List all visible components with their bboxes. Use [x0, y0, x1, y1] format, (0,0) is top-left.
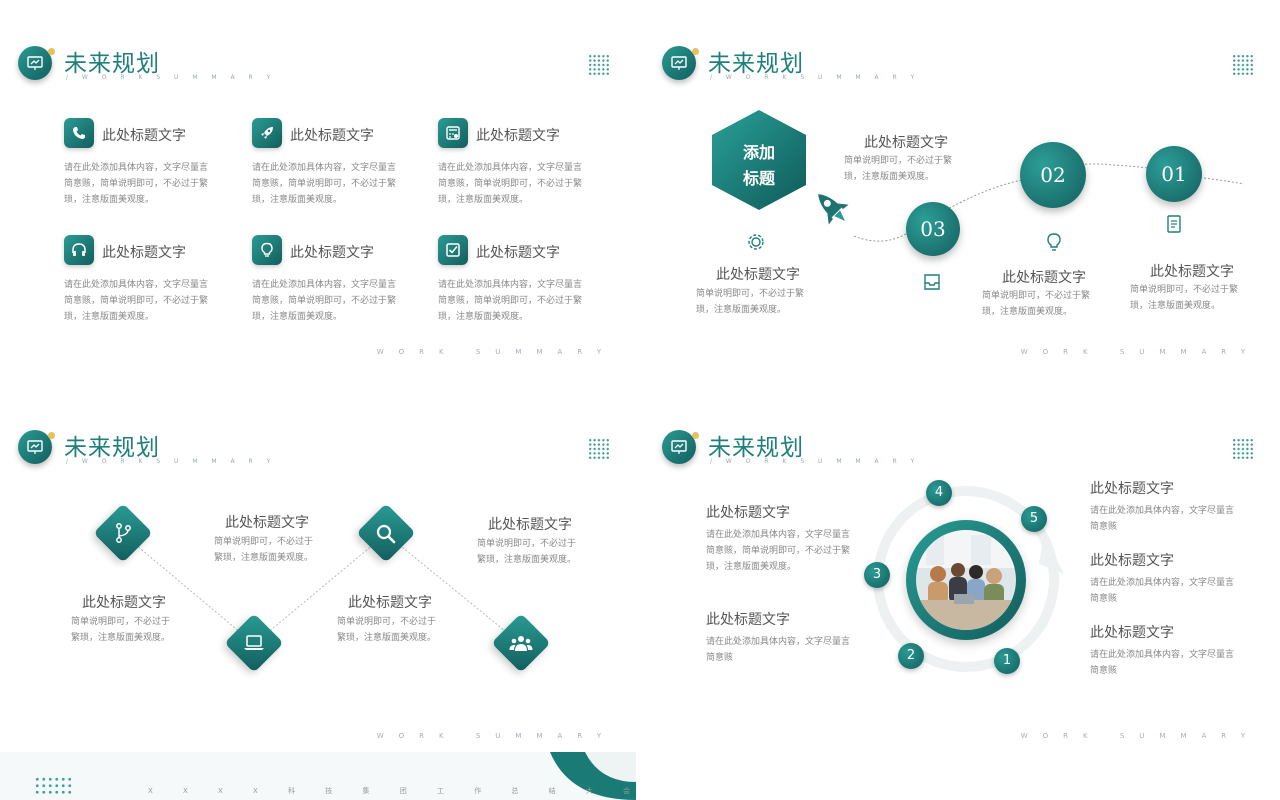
item-title: 此处标题文字: [1090, 625, 1174, 641]
item-body: 请在此处添加具体内容，文字尽量言简意赅，简单说明即可，不必过于繁琐，注意版面美观…: [252, 163, 397, 205]
checkbox-icon: [438, 235, 468, 265]
git-branch-icon: [116, 523, 131, 543]
item-title: 此处标题文字: [82, 595, 166, 611]
inbox-icon: [924, 274, 940, 290]
step-number-3: 3: [864, 562, 890, 588]
item-body: 请在此处添加具体内容，文字尽量言简意赅，简单说明即可，不必过于繁琐，注意版面美观…: [64, 280, 209, 322]
item-title: 此处标题文字: [1090, 481, 1174, 497]
lightbulb-icon: [1047, 233, 1061, 251]
dot-grid-decor: [588, 54, 610, 76]
phone-icon: [64, 118, 94, 148]
item-title: 此处标题文字: [716, 267, 800, 283]
item-title: 此处标题文字: [102, 128, 186, 144]
gear-icon: [748, 234, 764, 250]
rocket-icon: [818, 194, 849, 225]
footer-tag: WORK SUMMARY: [1020, 732, 1260, 740]
page-subtitle: / W O R K S U M M A R Y: [66, 74, 277, 81]
step-number-2: 2: [898, 643, 924, 669]
item-body: 请在此处添加具体内容，文字尽量言简意赅，简单说明即可，不必过于繁琐，注意版面美观…: [438, 163, 583, 205]
item-body: 简单说明即可，不必过于繁琐，注意版面美观度。: [1130, 285, 1239, 311]
item-title: 此处标题文字: [348, 595, 432, 611]
item-title: 此处标题文字: [1002, 270, 1086, 286]
dot-grid-decor: [34, 776, 74, 796]
item-body: 简单说明即可，不必过于繁琐，注意版面美观度。: [696, 289, 805, 315]
calculator-icon: [438, 118, 468, 148]
footer-tag: WORK SUMMARY: [376, 348, 616, 356]
footer-tag: WORK SUMMARY: [376, 732, 616, 740]
step-number-5: 5: [1021, 506, 1047, 532]
item-body: 简单说明即可，不必过于繁琐，注意版面美观度。: [337, 617, 437, 643]
slide-2[interactable]: 未来规划 / W O R K S U M M A R Y 添加 标题 此处标题文…: [644, 0, 1280, 366]
presentation-logo-icon: [18, 46, 55, 80]
search-icon: [376, 524, 396, 544]
rocket-icon: [252, 118, 282, 148]
page-title: 未来规划: [64, 51, 160, 77]
document-icon: [1167, 215, 1181, 233]
item-title: 此处标题文字: [290, 128, 374, 144]
item-body: 请在此处添加具体内容，文字尽量言简意赅: [1090, 578, 1235, 604]
step-number-1: 1: [994, 648, 1020, 674]
item-title: 此处标题文字: [706, 612, 790, 628]
item-body: 简单说明即可，不必过于繁琐，注意版面美观度。: [214, 537, 314, 563]
item-body: 请在此处添加具体内容，文字尽量言简意赅，简单说明即可，不必过于繁琐，注意版面美观…: [438, 280, 583, 322]
item-title: 此处标题文字: [476, 128, 560, 144]
item-body: 简单说明即可，不必过于繁琐，注意版面美观度。: [71, 617, 171, 643]
headphones-icon: [64, 235, 94, 265]
item-body: 请在此处添加具体内容，文字尽量言简意赅: [1090, 506, 1235, 532]
item-body: 请在此处添加具体内容，文字尽量言简意赅: [706, 637, 851, 663]
item-body: 简单说明即可，不必过于繁琐，注意版面美观度。: [477, 539, 577, 565]
item-body: 简单说明即可，不必过于繁琐，注意版面美观度。: [844, 156, 953, 182]
slide-4[interactable]: 未来规划 / W O R K S U M M A R Y 4 5 3 2 1 此…: [644, 384, 1280, 750]
item-body: 请在此处添加具体内容，文字尽量言简意赅: [1090, 650, 1235, 676]
item-title: 此处标题文字: [290, 245, 374, 261]
item-title: 此处标题文字: [706, 505, 790, 521]
lightbulb-icon: [252, 235, 282, 265]
footer-tag: WORK SUMMARY: [1020, 348, 1260, 356]
step-number-4: 4: [926, 480, 952, 506]
item-body: 请在此处添加具体内容，文字尽量言简意赅，简单说明即可，不必过于繁琐，注意版面美观…: [252, 280, 397, 322]
item-title: 此处标题文字: [864, 135, 948, 151]
item-title: 此处标题文字: [102, 245, 186, 261]
step-circle-02: 02: [1020, 142, 1086, 208]
slide-3[interactable]: 未来规划 / W O R K S U M M A R Y 此处标题文字 简单说明…: [0, 384, 636, 750]
item-body: 简单说明即可，不必过于繁琐，注意版面美观度。: [982, 291, 1091, 317]
item-title: 此处标题文字: [1150, 264, 1234, 280]
step-circle-03: 03: [906, 202, 960, 256]
slide-1[interactable]: 未来规划 / W O R K S U M M A R Y 此处标题文字 请在此处…: [0, 0, 636, 366]
item-body: 请在此处添加具体内容，文字尽量言简意赅，简单说明即可，不必过于繁琐，注意版面美观…: [64, 163, 209, 205]
hexagon-label: 添加 标题: [742, 143, 775, 188]
cover-subtitle: X X X X 科 技 集 团 工 作 总 结 大 会: [148, 787, 645, 795]
item-title: 此处标题文字: [488, 517, 572, 533]
step-circle-01: 01: [1146, 146, 1202, 202]
team-meeting-photo: [916, 530, 1016, 630]
item-title: 此处标题文字: [225, 515, 309, 531]
item-body: 请在此处添加具体内容，文字尽量言简意赅，简单说明即可，不必过于繁琐，注意版面美观…: [706, 530, 851, 572]
laptop-icon: [244, 635, 264, 650]
item-title: 此处标题文字: [476, 245, 560, 261]
item-title: 此处标题文字: [1090, 553, 1174, 569]
group-users-icon: [509, 636, 533, 651]
